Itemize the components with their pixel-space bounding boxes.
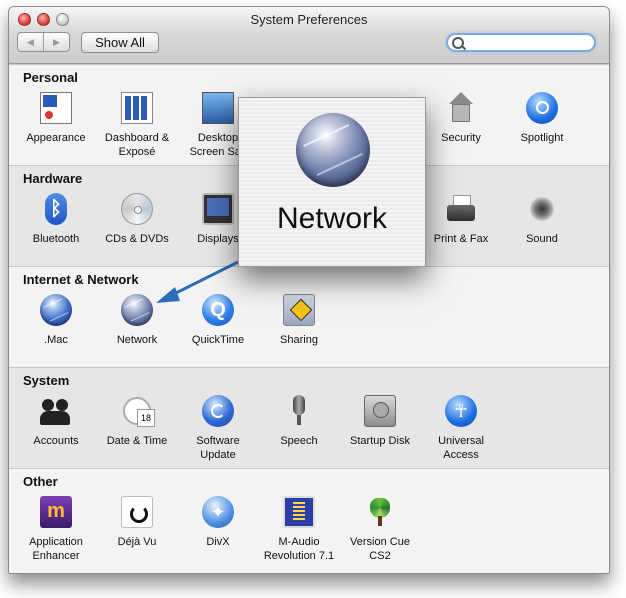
zoom-callout-label: Network	[276, 202, 388, 235]
arrow-head	[156, 287, 180, 303]
arrow-line	[169, 260, 239, 298]
callout-arrow	[156, 260, 239, 303]
network-globe-icon	[296, 113, 370, 187]
network-zoom-callout: Network	[238, 97, 426, 267]
